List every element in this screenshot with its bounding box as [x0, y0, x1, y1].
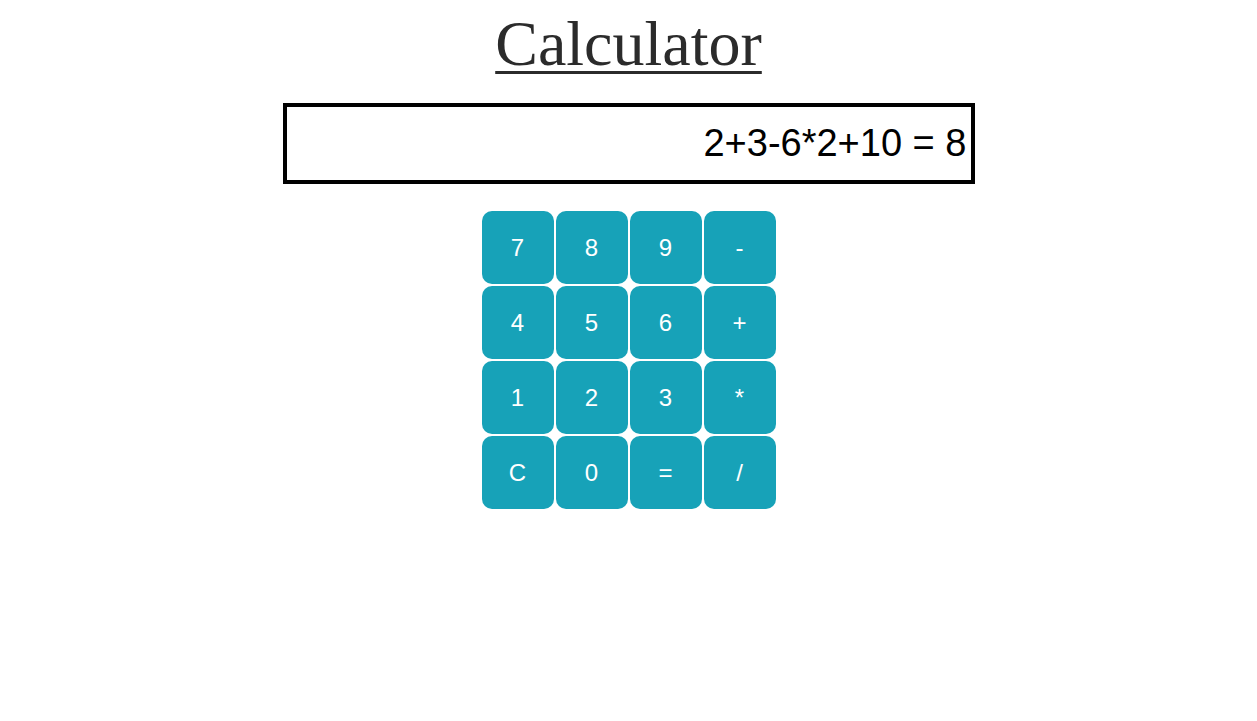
- keypad-button[interactable]: *: [704, 361, 776, 434]
- keypad-button[interactable]: =: [630, 436, 702, 509]
- keypad-button[interactable]: -: [704, 211, 776, 284]
- keypad-button[interactable]: 9: [630, 211, 702, 284]
- keypad-button[interactable]: 8: [556, 211, 628, 284]
- keypad: 789- 456+123* C0=/: [482, 211, 776, 509]
- keypad-button[interactable]: 1: [482, 361, 554, 434]
- keypad-button[interactable]: +: [704, 286, 776, 359]
- keypad-button[interactable]: 7: [482, 211, 554, 284]
- keypad-button[interactable]: 4: [482, 286, 554, 359]
- page-title: Calculator: [495, 4, 762, 84]
- keypad-button[interactable]: 5: [556, 286, 628, 359]
- calculator-display: 2+3-6*2+10 = 8: [283, 103, 975, 184]
- keypad-button[interactable]: C: [482, 436, 554, 509]
- keypad-button[interactable]: 6: [630, 286, 702, 359]
- keypad-button[interactable]: 3: [630, 361, 702, 434]
- keypad-button[interactable]: 2: [556, 361, 628, 434]
- keypad-button[interactable]: /: [704, 436, 776, 509]
- calculator-page: Calculator 2+3-6*2+10 = 8 789- 456+123* C0=/: [0, 0, 1257, 721]
- keypad-button[interactable]: 0: [556, 436, 628, 509]
